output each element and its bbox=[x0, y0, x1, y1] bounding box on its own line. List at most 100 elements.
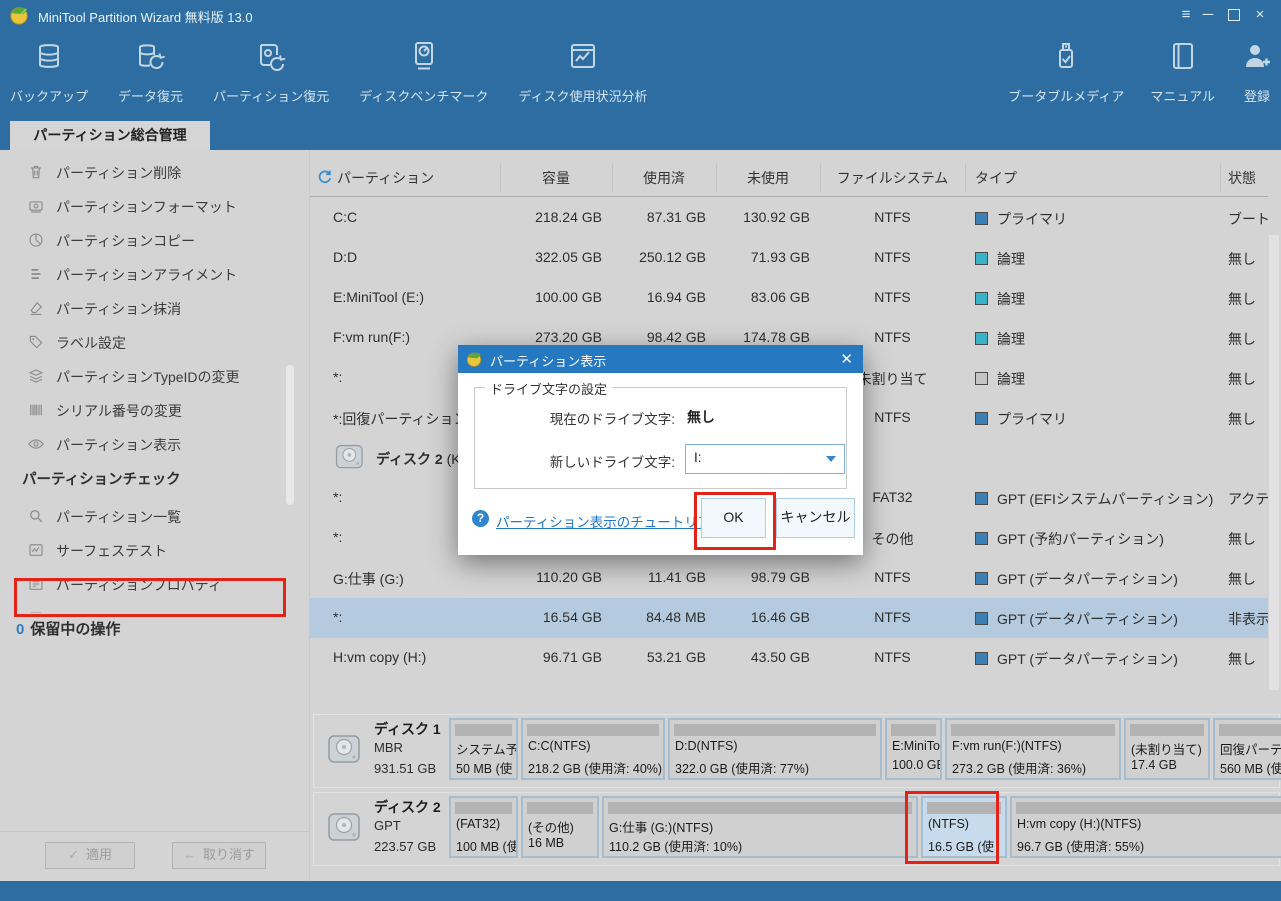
col-header-status[interactable]: 状態 bbox=[1228, 168, 1256, 188]
sidebar-item-label: パーティションコピー bbox=[56, 231, 195, 251]
usage-bar bbox=[527, 802, 593, 814]
toolbar-item-register[interactable]: 登録 bbox=[1241, 40, 1273, 105]
partition-block[interactable]: (未割り当て)17.4 GB bbox=[1124, 718, 1210, 780]
check-icon: ✓ bbox=[68, 847, 79, 862]
toolbar-item-data-recovery[interactable]: データ復元 bbox=[118, 40, 183, 105]
partition-block-name: (FAT32) bbox=[456, 817, 500, 831]
refresh-icon[interactable] bbox=[317, 169, 333, 185]
cell-capacity: 16.54 GB bbox=[500, 609, 602, 625]
sidebar-item[interactable]: ラベル設定 bbox=[0, 325, 288, 359]
toolbar-item-label: マニュアル bbox=[1150, 86, 1215, 105]
sidebar-item[interactable]: パーティション一覧 bbox=[0, 499, 288, 533]
partition-block-info: 100 MB (使 bbox=[456, 836, 518, 855]
partition-block-info: 16 MB bbox=[528, 836, 564, 850]
partition-block[interactable]: 回復パーティション560 MB (使 bbox=[1213, 718, 1281, 780]
partition-block-info: 100.0 GB bbox=[892, 758, 942, 772]
partition-block[interactable]: D:D(NTFS)322.0 GB (使用済: 77%) bbox=[668, 718, 882, 780]
partition-block[interactable]: (その他)16 MB bbox=[521, 796, 599, 858]
tab-partition-management[interactable]: パーティション総合管理 bbox=[10, 121, 210, 150]
help-icon[interactable]: ? bbox=[472, 510, 489, 527]
cell-status: 無し bbox=[1228, 649, 1268, 669]
disk-drive-icon bbox=[326, 811, 366, 845]
sidebar-item[interactable]: サーフェステスト bbox=[0, 533, 288, 567]
sidebar-item[interactable]: パーティションコピー bbox=[0, 223, 288, 257]
pending-operations-label: 0保留中の操作 bbox=[16, 618, 120, 639]
partition-block[interactable]: (FAT32) 100 MB (使 bbox=[449, 796, 518, 858]
cell-used: 16.94 GB bbox=[612, 289, 706, 305]
usage-bar bbox=[455, 724, 512, 736]
diskmap-disk1: ディスク 1MBR931.51 GBシステム予約50 MB (使C:C(NTFS… bbox=[313, 714, 1280, 788]
cell-partition: *: bbox=[333, 369, 342, 385]
usage-bar bbox=[891, 724, 936, 736]
table-row[interactable]: E:MiniTool (E:)100.00 GB16.94 GB83.06 GB… bbox=[310, 278, 1268, 318]
undo-button[interactable]: ←取り消す bbox=[172, 842, 266, 869]
table-row[interactable]: G:仕事 (G:)110.20 GB11.41 GB98.79 GBNTFSGP… bbox=[310, 558, 1268, 598]
usage-bar bbox=[1130, 724, 1204, 736]
table-row[interactable]: C:C218.24 GB87.31 GB130.92 GBNTFSプライマリブー… bbox=[310, 198, 1268, 238]
disk-map-size: 931.51 GB bbox=[374, 761, 436, 776]
sidebar-item-label: サーフェステスト bbox=[56, 541, 167, 561]
cell-used: 98.42 GB bbox=[612, 329, 706, 345]
type-color-square bbox=[975, 652, 988, 665]
toolbar-item-backup[interactable]: バックアップ bbox=[10, 40, 88, 105]
toolbar-item-bootable-media[interactable]: ブータブルメディア bbox=[1008, 40, 1124, 105]
tutorial-link[interactable]: パーティション表示のチュートリアル bbox=[496, 511, 725, 531]
sidebar-item[interactable]: パーティション表示 bbox=[0, 427, 288, 461]
wipe-icon bbox=[27, 299, 45, 317]
col-header-used[interactable]: 使用済 bbox=[612, 168, 716, 188]
toolbar-item-space-analyzer[interactable]: ディスク使用状況分析 bbox=[518, 40, 647, 105]
cell-partition: G:仕事 (G:) bbox=[333, 569, 404, 589]
disk-map-name: ディスク 2 bbox=[374, 797, 441, 817]
sidebar-item-label: パーティションアライメント bbox=[56, 265, 237, 285]
sidebar-item[interactable]: パーティションフォーマット bbox=[0, 189, 288, 223]
cell-used: 250.12 GB bbox=[612, 249, 706, 265]
col-header-filesystem[interactable]: ファイルシステム bbox=[820, 168, 965, 188]
new-letter-label: 新しいドライブ文字: bbox=[475, 451, 675, 471]
format-drive-icon bbox=[27, 197, 45, 215]
type-color-square bbox=[975, 212, 988, 225]
cell-partition: D:D bbox=[333, 249, 357, 265]
sidebar-item[interactable]: パーティション削除 bbox=[0, 155, 288, 189]
usage-bar bbox=[674, 724, 876, 736]
partition-block[interactable]: システム予約50 MB (使 bbox=[449, 718, 518, 780]
col-header-type[interactable]: タイプ bbox=[975, 168, 1017, 188]
toolbar-item-partition-recovery[interactable]: パーティション復元 bbox=[213, 40, 329, 105]
drive-letter-select[interactable]: I: bbox=[685, 444, 845, 474]
sidebar-item[interactable]: シリアル番号の変更 bbox=[0, 393, 288, 427]
partition-block[interactable]: C:C(NTFS)218.2 GB (使用済: 40%) bbox=[521, 718, 665, 780]
table-row[interactable]: D:D322.05 GB250.12 GB71.93 GBNTFS論理無し bbox=[310, 238, 1268, 278]
cell-used: 11.41 GB bbox=[612, 569, 706, 585]
cell-capacity: 273.20 GB bbox=[500, 329, 602, 345]
cell-status: 無し bbox=[1228, 289, 1268, 309]
toolbar-item-manual[interactable]: マニュアル bbox=[1150, 40, 1215, 105]
annotation-box-show-partition bbox=[14, 578, 286, 617]
sidebar-item[interactable]: パーティションTypeIDの変更 bbox=[0, 359, 288, 393]
cancel-button[interactable]: キャンセル bbox=[776, 498, 855, 538]
table-row[interactable]: *:16.54 GB84.48 MB16.46 GBNTFSGPT (データパー… bbox=[310, 598, 1268, 638]
close-icon[interactable]: × bbox=[1243, 0, 1277, 30]
apply-button[interactable]: ✓適用 bbox=[45, 842, 135, 869]
dialog-close-icon[interactable]: ✕ bbox=[840, 350, 853, 368]
sidebar: ✓適用 ←取り消す パーティション削除パーティションフォーマットパーティションコ… bbox=[0, 150, 310, 881]
cell-capacity: 96.71 GB bbox=[500, 649, 602, 665]
window-title: MiniTool Partition Wizard 無料版 13.0 bbox=[38, 7, 253, 26]
col-header-partition[interactable]: パーティション bbox=[337, 168, 434, 188]
partition-block[interactable]: F:vm run(F:)(NTFS)273.2 GB (使用済: 36%) bbox=[945, 718, 1121, 780]
dialog-logo-icon bbox=[465, 350, 483, 368]
col-header-capacity[interactable]: 容量 bbox=[500, 168, 612, 188]
toolbar-item-disk-benchmark[interactable]: ディスクベンチマーク bbox=[359, 40, 488, 105]
partition-block[interactable]: E:MiniTool (E:)100.0 GB bbox=[885, 718, 942, 780]
col-header-unused[interactable]: 未使用 bbox=[716, 168, 820, 188]
table-row[interactable]: H:vm copy (H:)96.71 GB53.21 GB43.50 GBNT… bbox=[310, 638, 1268, 678]
sidebar-item[interactable]: パーティションアライメント bbox=[0, 257, 288, 291]
sidebar-item[interactable]: パーティション抹消 bbox=[0, 291, 288, 325]
partition-block-name: D:D(NTFS) bbox=[675, 739, 738, 753]
partition-block[interactable]: H:vm copy (H:)(NTFS)96.7 GB (使用済: 55%) bbox=[1010, 796, 1281, 858]
table-scrollbar[interactable] bbox=[1269, 235, 1279, 690]
group-title: ドライブ文字の設定 bbox=[485, 379, 612, 398]
manual-icon bbox=[1167, 40, 1199, 77]
type-color-square bbox=[975, 572, 988, 585]
partition-block[interactable]: G:仕事 (G:)(NTFS)110.2 GB (使用済: 10%) bbox=[602, 796, 918, 858]
cell-partition: F:vm run(F:) bbox=[333, 329, 410, 345]
cell-type: 論理 bbox=[975, 289, 1225, 309]
